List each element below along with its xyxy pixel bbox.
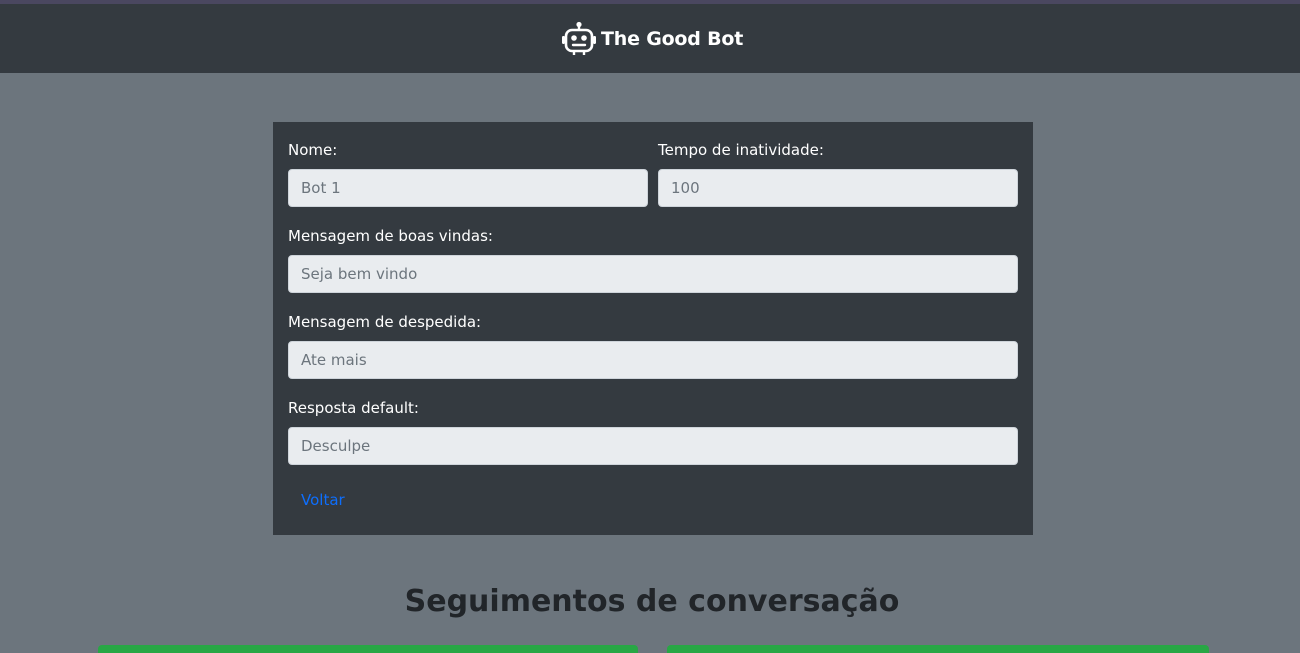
brand-link[interactable]: The Good Bot bbox=[561, 21, 743, 57]
navbar: The Good Bot bbox=[0, 4, 1300, 73]
section-title: Seguimentos de conversação bbox=[404, 584, 900, 619]
welcome-message-input[interactable] bbox=[288, 255, 1018, 293]
default-response-label: Resposta default: bbox=[288, 399, 419, 417]
name-input[interactable] bbox=[288, 169, 648, 207]
default-response-input[interactable] bbox=[288, 427, 1018, 465]
brand-title: The Good Bot bbox=[601, 28, 744, 50]
name-label: Nome: bbox=[288, 141, 338, 159]
robot-icon bbox=[562, 21, 596, 55]
timeout-input[interactable] bbox=[658, 169, 1018, 207]
segment-card-2[interactable] bbox=[667, 645, 1209, 653]
back-link[interactable]: Voltar bbox=[301, 491, 345, 509]
farewell-message-label: Mensagem de despedida: bbox=[288, 313, 482, 331]
farewell-message-input[interactable] bbox=[288, 341, 1018, 379]
timeout-label: Tempo de inatividade: bbox=[658, 141, 824, 159]
segment-card-1[interactable] bbox=[98, 645, 638, 653]
welcome-message-label: Mensagem de boas vindas: bbox=[288, 227, 493, 245]
bot-settings-card: Nome: Tempo de inatividade: Mensagem de … bbox=[273, 122, 1033, 535]
